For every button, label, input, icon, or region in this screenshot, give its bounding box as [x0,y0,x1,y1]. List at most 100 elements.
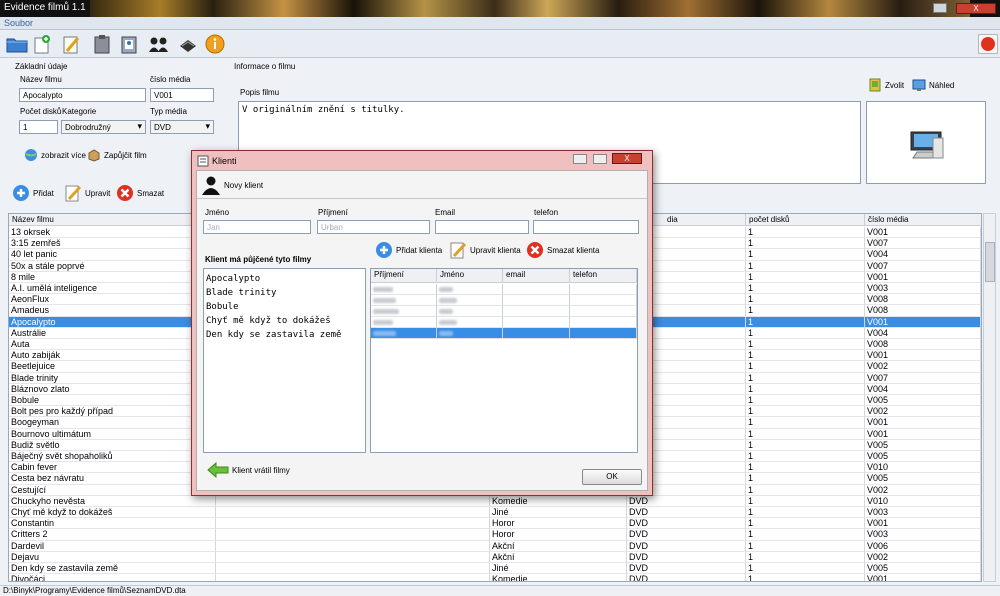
column-header-last-name[interactable]: Příjmení [371,269,437,283]
email-input[interactable] [435,220,529,234]
media-type-select[interactable]: DVD [150,120,214,134]
clipboard-icon[interactable] [92,34,112,54]
list-item[interactable]: Den kdy se zastavila země [206,328,363,342]
table-scrollbar[interactable] [983,213,996,582]
folder-icon[interactable] [6,34,28,54]
close-window-button[interactable]: X [956,3,996,14]
borrowed-films-label: Klient má půjčené tyto filmy [205,255,312,264]
users-icon[interactable] [148,34,168,54]
cell-media-number: V002 [865,484,981,496]
client-returned-button[interactable]: Klient vrátil filmy [207,462,290,478]
disc-count-input[interactable]: 1 [19,120,58,134]
dialog-close-button[interactable]: X [612,153,642,164]
cell-empty [216,574,490,581]
column-header-media-number[interactable]: číslo média [865,214,981,226]
borrowed-films-list[interactable]: Apocalypto Blade trinity Bobule Chyť mě … [203,268,366,453]
phone-input[interactable] [533,220,639,234]
cell-media-number: V001 [865,316,981,328]
ok-button[interactable]: OK [582,469,642,485]
delete-button[interactable]: Smazat [116,184,164,202]
cell-name: Bournovo ultimátum [9,428,216,440]
list-item[interactable]: Bobule [206,300,363,314]
cell-disc-count: 1 [746,495,865,507]
edit-client-button[interactable]: Upravit klienta [449,241,521,259]
dialog-maximize-button[interactable] [593,154,607,164]
film-name-input[interactable]: Apocalypto [19,88,146,102]
status-bar: D:\Binyk\Programy\Evidence filmů\SeznamD… [0,585,1000,596]
new-document-icon[interactable] [32,34,52,54]
list-item[interactable]: Chyť mě když to dokážeš [206,314,363,328]
cell-media-number: V004 [865,249,981,261]
cell-empty [216,551,490,563]
preview-button[interactable]: Náhled [912,78,954,92]
column-header-email[interactable]: email [503,269,570,283]
show-more-button[interactable]: zobrazit více [24,148,86,162]
add-client-button[interactable]: Přidat klienta [375,241,442,259]
clipboard-user-icon[interactable] [119,34,139,54]
menu-soubor[interactable]: Soubor [4,18,33,28]
cell-media-number: V001 [865,350,981,362]
client-cell [437,328,503,339]
client-cell [371,295,437,306]
table-row[interactable]: Constantin Horor DVD 1 V001 [9,518,981,530]
client-cell [437,317,503,328]
cell-media-type: DVD [627,529,746,541]
first-name-input[interactable]: Jan [203,220,311,234]
table-row[interactable]: Chuckyho nevěsta Komedie DVD 1 V010 [9,495,981,507]
delete-client-button[interactable]: Smazat klienta [526,241,599,259]
cell-media-number: V001 [865,271,981,283]
dialog-minimize-button[interactable] [573,154,587,164]
cell-name: 50x a stále poprvé [9,260,216,272]
table-row[interactable]: Dejavu Akční DVD 1 V002 [9,551,981,563]
cell-name: 13 okrsek [9,227,216,239]
client-row[interactable] [371,317,637,328]
scrollbar-thumb[interactable] [985,242,995,282]
cell-disc-count: 1 [746,227,865,239]
column-header-phone[interactable]: telefon [570,269,637,283]
client-row[interactable] [371,306,637,317]
dialog-body: Novy klient Jméno Jan Příjmení Urban Ema… [196,170,648,491]
last-name-input[interactable]: Urban [317,220,430,234]
cell-disc-count: 1 [746,327,865,339]
table-row[interactable]: Den kdy se zastavila země Jiné DVD 1 V005 [9,563,981,575]
list-item[interactable]: Apocalypto [206,272,363,286]
client-row[interactable] [371,295,637,306]
dialog-app-icon [197,155,209,167]
new-client-button[interactable]: Novy klient [201,175,263,195]
cell-disc-count: 1 [746,271,865,283]
cell-disc-count: 1 [746,551,865,563]
table-row[interactable]: Dardevil Akční DVD 1 V006 [9,540,981,552]
client-cell [570,295,637,306]
list-item[interactable]: Blade trinity [206,286,363,300]
table-row[interactable]: Critters 2 Horor DVD 1 V003 [9,529,981,541]
category-select[interactable]: Dobrodružný [61,120,146,134]
table-row[interactable]: Chyť mě když to dokážeš Jiné DVD 1 V003 [9,507,981,519]
blurred-text [373,298,396,303]
table-row[interactable]: Divočáci Komedie DVD 1 V001 [9,574,981,581]
add-button[interactable]: Přidat [12,184,54,202]
power-button[interactable] [978,34,998,54]
client-row[interactable] [371,328,637,339]
cell-media-type: DVD [627,574,746,581]
cell-category: Komedie [490,495,627,507]
cell-media-number: V003 [865,529,981,541]
minimize-button[interactable] [933,3,947,13]
disk-icon[interactable] [178,34,198,54]
column-header-name[interactable]: Název filmu [9,214,216,226]
cell-disc-count: 1 [746,451,865,463]
lend-film-button[interactable]: Zapůjčit film [87,148,147,162]
media-number-input[interactable]: V001 [150,88,214,102]
cell-disc-count: 1 [746,249,865,261]
client-cell [570,284,637,295]
client-cell [503,295,570,306]
add-icon [376,242,392,258]
choose-image-button[interactable]: Zvolit [868,78,904,92]
clients-table[interactable]: Příjmení Jméno email telefon [370,268,638,453]
info-icon[interactable] [205,34,225,54]
column-header-first-name[interactable]: Jméno [437,269,503,283]
client-row[interactable] [371,284,637,295]
column-header-disc-count[interactable]: počet disků [746,214,865,226]
cell-name: Báječný svět shopaholiků [9,451,216,463]
edit-document-icon[interactable] [61,34,81,54]
edit-button[interactable]: Upravit [64,184,110,202]
